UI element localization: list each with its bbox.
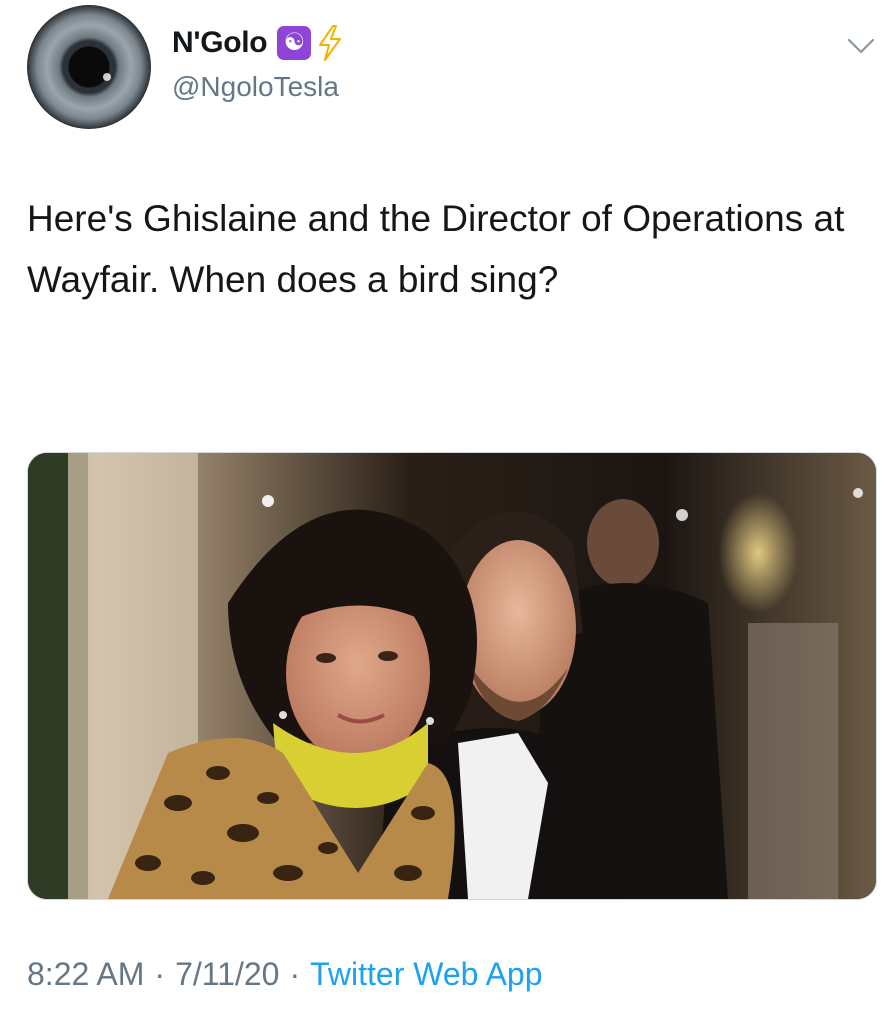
yin-yang-emoji-icon: ☯ [277, 26, 312, 60]
chevron-down-icon[interactable] [846, 36, 876, 56]
tweet-metadata: 8:22 AM · 7/11/20 · Twitter Web App [27, 956, 543, 993]
lightning-bolt-icon [319, 25, 342, 61]
avatar[interactable] [27, 5, 151, 129]
tweet-card: N'Golo ☯ @NgoloTesla Here's Ghislaine an… [0, 0, 889, 1024]
display-name[interactable]: N'Golo [172, 26, 268, 60]
tweet-time[interactable]: 8:22 AM [27, 956, 144, 993]
avatar-highlight [103, 73, 111, 81]
meta-separator: · [154, 956, 166, 992]
source-app-link[interactable]: Twitter Web App [310, 956, 542, 993]
author-name-row[interactable]: N'Golo ☯ [172, 24, 343, 62]
author-handle[interactable]: @NgoloTesla [172, 71, 339, 103]
photo-image [28, 453, 876, 899]
tweet-photo[interactable] [27, 452, 877, 900]
tweet-text: Here's Ghislaine and the Director of Ope… [27, 198, 845, 300]
tweet-date[interactable]: 7/11/20 [175, 956, 279, 993]
meta-separator: · [289, 956, 301, 992]
